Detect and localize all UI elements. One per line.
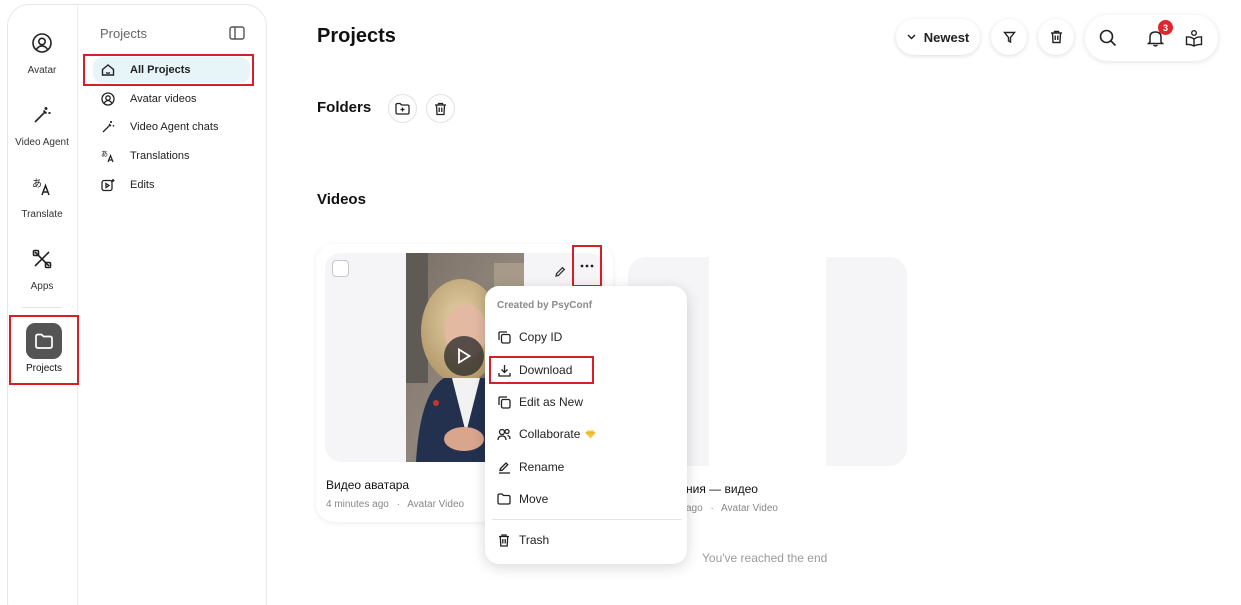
svg-text:あ: あ xyxy=(32,178,42,190)
learning-book-icon[interactable] xyxy=(1181,25,1207,51)
filter-button[interactable] xyxy=(991,19,1027,55)
rail-separator xyxy=(22,307,62,308)
copy-icon xyxy=(497,330,511,344)
new-folder-button[interactable] xyxy=(388,94,417,123)
rail-label-translate: Translate xyxy=(21,209,63,220)
more-horizontal-icon xyxy=(580,264,594,268)
video-time: 4 minutes ago xyxy=(326,499,389,510)
nav-item-video-agent-chats[interactable]: Video Agent chats xyxy=(100,119,218,135)
video-meta: 4 minutes ago · Avatar Video xyxy=(326,499,464,510)
video-title[interactable]: ния — видео xyxy=(686,482,758,496)
sort-dropdown-button[interactable]: Newest xyxy=(896,19,980,55)
filter-icon xyxy=(1002,31,1016,44)
tools-icon xyxy=(29,246,55,272)
menu-created-by: Created by PsyConf xyxy=(497,300,593,311)
rail-label-avatar: Avatar xyxy=(27,65,57,76)
sort-label: Newest xyxy=(923,29,970,45)
page-title: Projects xyxy=(317,25,396,47)
trash-button[interactable] xyxy=(1038,19,1074,55)
video-context-menu xyxy=(485,286,687,564)
nav-label: Edits xyxy=(130,179,155,191)
menu-item-move[interactable]: Move xyxy=(497,492,548,506)
nav-label: Translations xyxy=(130,150,190,162)
video-type: Avatar Video xyxy=(407,499,465,510)
copy-icon xyxy=(497,395,511,409)
play-button[interactable] xyxy=(444,336,484,376)
rail-item-projects[interactable]: Projects xyxy=(9,315,79,385)
end-of-list-text: You've reached the end xyxy=(702,551,828,565)
svg-text:あ: あ xyxy=(101,150,108,158)
notification-badge: 3 xyxy=(1158,20,1173,35)
search-icon[interactable] xyxy=(1095,25,1121,51)
folder-plus-icon xyxy=(395,102,410,115)
nav-label: Video Agent chats xyxy=(130,121,219,133)
rail-item-avatar[interactable]: Avatar xyxy=(7,30,77,76)
rename-icon xyxy=(497,460,511,474)
menu-divider xyxy=(492,519,682,520)
meta-separator: · xyxy=(396,499,400,510)
premium-diamond-icon xyxy=(585,430,596,439)
menu-item-copy-id[interactable]: Copy ID xyxy=(497,330,562,344)
translate-icon: あ xyxy=(29,174,55,200)
menu-item-label: Rename xyxy=(519,460,565,474)
video-thumbnail[interactable] xyxy=(709,257,826,466)
menu-item-collaborate[interactable]: Collaborate xyxy=(497,427,596,441)
magic-wand-icon xyxy=(29,102,55,128)
videos-heading: Videos xyxy=(317,191,366,208)
trash-icon xyxy=(1050,30,1063,44)
nav-title: Projects xyxy=(100,26,147,41)
translate-icon: あ xyxy=(100,148,116,164)
menu-item-label: Copy ID xyxy=(519,330,563,344)
chevron-down-icon xyxy=(907,34,916,40)
menu-item-edit-as-new[interactable]: Edit as New xyxy=(497,395,583,409)
rail-item-video-agent[interactable]: Video Agent xyxy=(7,102,77,148)
menu-item-label: Trash xyxy=(519,533,550,547)
rail-divider xyxy=(77,4,78,605)
trash-icon xyxy=(497,533,511,547)
video-type: Avatar Video xyxy=(721,503,778,514)
video-edit-icon xyxy=(100,177,116,193)
video-meta: ago · Avatar Video xyxy=(686,503,778,514)
nav-item-edits[interactable]: Edits xyxy=(100,177,154,193)
users-icon xyxy=(497,427,511,441)
folder-icon xyxy=(26,323,62,359)
nav-label: Avatar videos xyxy=(130,93,197,105)
menu-item-label: Edit as New xyxy=(519,395,584,409)
magic-wand-icon xyxy=(100,119,116,135)
menu-item-label: Move xyxy=(519,492,549,506)
rail-label-video-agent: Video Agent xyxy=(15,137,69,148)
meta-separator: · xyxy=(710,503,714,514)
more-options-button[interactable] xyxy=(572,245,602,287)
video-select-checkbox[interactable] xyxy=(332,260,349,277)
rail-item-apps[interactable]: Apps xyxy=(7,246,77,292)
avatar-circle-icon xyxy=(100,91,116,107)
nav-item-translations[interactable]: あ Translations xyxy=(100,148,190,164)
nav-item-avatar-videos[interactable]: Avatar videos xyxy=(100,91,196,107)
avatar-icon xyxy=(29,30,55,56)
play-icon xyxy=(457,348,471,364)
sidebar-toggle-icon[interactable] xyxy=(229,26,245,40)
folders-trash-button[interactable] xyxy=(426,94,455,123)
rail-item-translate[interactable]: あ Translate xyxy=(7,174,77,220)
video-time: ago xyxy=(686,503,703,514)
menu-item-rename[interactable]: Rename xyxy=(497,460,564,474)
highlight-box-all-projects xyxy=(83,54,254,86)
menu-item-trash[interactable]: Trash xyxy=(497,533,549,547)
rail-label-projects: Projects xyxy=(25,363,63,374)
menu-item-label: Collaborate xyxy=(519,427,581,441)
pencil-icon xyxy=(554,266,566,278)
video-title[interactable]: Видео аватара xyxy=(326,478,409,492)
rail-label-apps: Apps xyxy=(30,281,54,292)
folders-heading: Folders xyxy=(317,99,372,116)
trash-icon xyxy=(434,102,447,116)
highlight-box-download xyxy=(489,356,594,384)
edit-title-button[interactable] xyxy=(550,262,570,282)
folder-icon xyxy=(497,492,511,506)
